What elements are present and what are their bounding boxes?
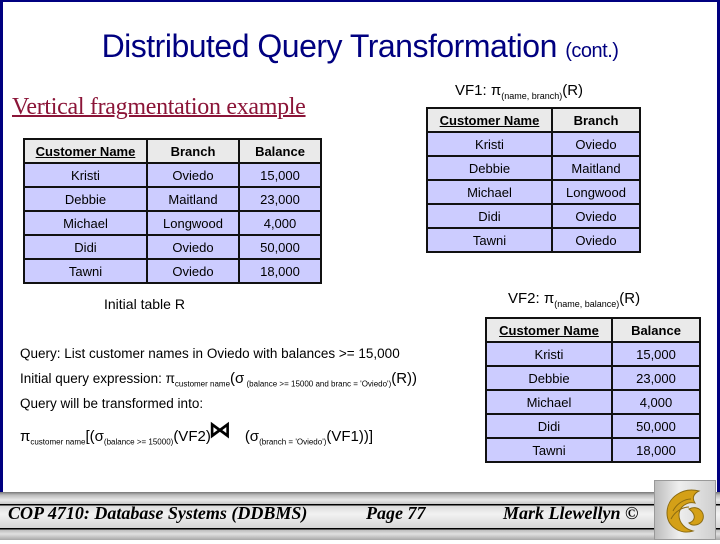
table-cell: Maitland (551, 155, 641, 181)
table-cell: Oviedo (551, 131, 641, 157)
column-header: Branch (551, 107, 641, 133)
table-header-row: Customer Name Balance (485, 317, 701, 343)
table-cell: Oviedo (551, 203, 641, 229)
text-span: (R)) (391, 370, 418, 387)
table-cell: 4,000 (611, 389, 701, 415)
table-row: Tawni Oviedo 18,000 (23, 258, 322, 284)
table-cell: 15,000 (238, 162, 322, 188)
table-cell: Longwood (146, 210, 240, 236)
vf2-label-suffix: (R) (619, 290, 641, 307)
column-header: Balance (238, 138, 322, 164)
table-cell: Debbie (426, 155, 553, 181)
table-cell: Longwood (551, 179, 641, 205)
table-cell: 23,000 (611, 365, 701, 391)
table-cell: Maitland (146, 186, 240, 212)
query-line-3: Query will be transformed into: (20, 396, 204, 411)
table-cell: 50,000 (238, 234, 322, 260)
table-cell: Tawni (485, 437, 613, 463)
join-icon: ⋈ (208, 417, 231, 442)
table-cell: Tawni (426, 227, 553, 253)
table-cell: Debbie (485, 365, 613, 391)
subheading: Vertical fragmentation example (12, 94, 306, 120)
table-r: Customer Name Branch Balance Kristi Ovied… (23, 138, 322, 284)
table-cell: Didi (485, 413, 613, 439)
footer-author: Mark Llewellyn © (503, 503, 639, 523)
table-row: Michael Longwood 4,000 (23, 210, 322, 236)
title-main: Distributed Query Transformation (101, 28, 558, 64)
table-r-caption: Initial table R (104, 296, 185, 312)
table-row: Kristi Oviedo 15,000 (23, 162, 322, 188)
ucf-pegasus-logo-icon (654, 480, 716, 540)
text-span: (VF2) (173, 428, 211, 445)
text-span: (VF1))] (326, 428, 374, 445)
text-span: (σ (230, 370, 245, 387)
title-suffix: (cont.) (565, 40, 619, 62)
table-cell: Oviedo (146, 162, 240, 188)
vf1-label-sub: (name, branch) (501, 91, 563, 101)
text-span: (σ (244, 428, 260, 445)
table-row: Kristi Oviedo (426, 131, 641, 157)
table-row: Kristi 15,000 (485, 341, 701, 367)
subscript: customer name (174, 379, 231, 389)
table-vf1: Customer Name Branch Kristi Oviedo Debbie… (426, 107, 641, 253)
table-row: Debbie Maitland (426, 155, 641, 181)
table-cell: Kristi (485, 341, 613, 367)
table-row: Didi Oviedo 50,000 (23, 234, 322, 260)
subscript: customer name (30, 437, 86, 447)
subscript: (balance >= 15000) (103, 437, 174, 447)
footer-page: Page 77 (366, 503, 426, 523)
vf1-label-suffix: (R) (562, 82, 584, 99)
column-header: Branch (146, 138, 240, 164)
table-cell: Michael (426, 179, 553, 205)
table-header-row: Customer Name Branch Balance (23, 138, 322, 164)
column-header: Customer Name (23, 138, 148, 164)
vf1-label: VF1: π(name, branch)(R) (455, 82, 583, 101)
table-cell: Oviedo (146, 234, 240, 260)
table-cell: 4,000 (238, 210, 322, 236)
table-cell: Kristi (23, 162, 148, 188)
table-row: Tawni Oviedo (426, 227, 641, 253)
table-header-row: Customer Name Branch (426, 107, 641, 133)
table-vf2: Customer Name Balance Kristi 15,000 Debbi… (485, 317, 701, 463)
table-row: Debbie 23,000 (485, 365, 701, 391)
table-cell: 50,000 (611, 413, 701, 439)
column-header: Customer Name (485, 317, 613, 343)
table-cell: Debbie (23, 186, 148, 212)
vf1-label-prefix: VF1: π (455, 82, 502, 99)
table-cell: Didi (426, 203, 553, 229)
query-line-1: Query: List customer names in Oviedo wit… (20, 346, 400, 361)
table-row: Didi Oviedo (426, 203, 641, 229)
table-cell: Michael (23, 210, 148, 236)
footer-course: COP 4710: Database Systems (DDBMS) (8, 503, 308, 523)
text-span: Initial query expression: π (20, 371, 175, 386)
query-line-2: Initial query expression: πcustomer name… (20, 370, 417, 389)
vf2-label-prefix: VF2: π (508, 290, 555, 307)
table-row: Debbie Maitland 23,000 (23, 186, 322, 212)
slide-title: Distributed Query Transformation (cont.) (0, 28, 720, 65)
text-span: [(σ (85, 428, 104, 445)
table-cell: 18,000 (238, 258, 322, 284)
table-cell: 18,000 (611, 437, 701, 463)
table-cell: Oviedo (146, 258, 240, 284)
vf2-label-sub: (name, balance) (554, 299, 620, 309)
column-header: Customer Name (426, 107, 553, 133)
table-cell: Tawni (23, 258, 148, 284)
table-cell: Michael (485, 389, 613, 415)
query-line-4: πcustomer name[(σ(balance >= 15000)(VF2)… (20, 417, 374, 447)
table-cell: 15,000 (611, 341, 701, 367)
table-row: Didi 50,000 (485, 413, 701, 439)
subscript: (balance >= 15000 and branc = 'Oviedo') (244, 379, 392, 389)
table-row: Tawni 18,000 (485, 437, 701, 463)
text-span: π (20, 428, 31, 445)
subscript: (branch = 'Oviedo') (259, 437, 327, 447)
vf2-label: VF2: π(name, balance)(R) (508, 290, 640, 309)
column-header: Balance (611, 317, 701, 343)
table-cell: Kristi (426, 131, 553, 157)
table-cell: Didi (23, 234, 148, 260)
table-row: Michael 4,000 (485, 389, 701, 415)
table-cell: 23,000 (238, 186, 322, 212)
table-row: Michael Longwood (426, 179, 641, 205)
table-cell: Oviedo (551, 227, 641, 253)
